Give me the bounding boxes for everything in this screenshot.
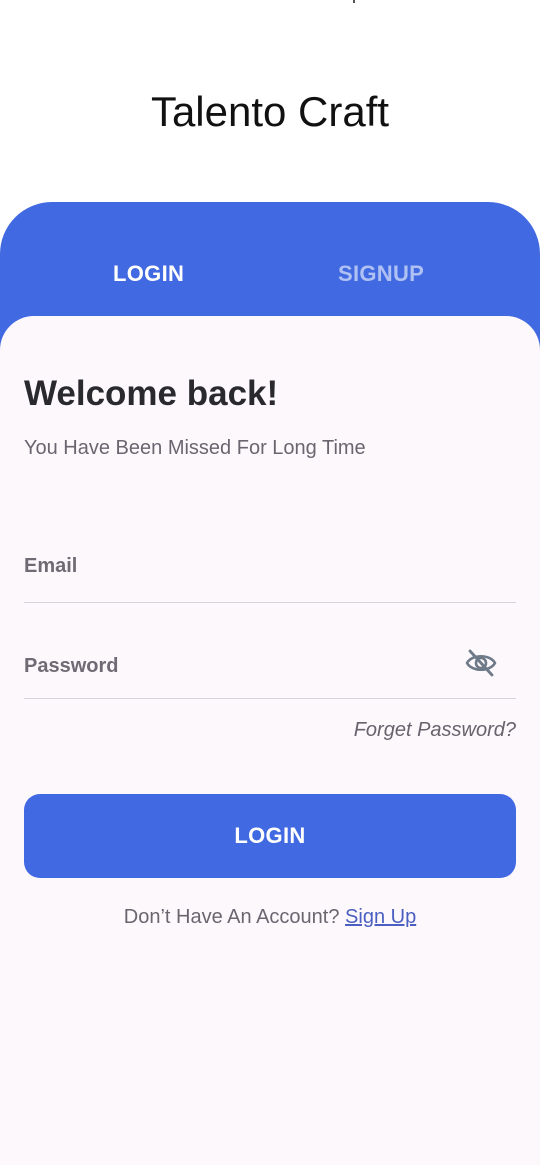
password-field[interactable] <box>24 646 444 686</box>
welcome-heading: Welcome back! <box>24 374 279 413</box>
login-form-card: Welcome back! You Have Been Missed For L… <box>0 316 540 1165</box>
tab-signup[interactable]: SIGNUP <box>338 261 424 287</box>
password-field-container <box>24 646 516 699</box>
signup-prompt: Don’t Have An Account? Sign Up <box>0 906 540 929</box>
forget-password-link[interactable]: Forget Password? <box>354 719 516 742</box>
tab-login[interactable]: LOGIN <box>113 261 184 287</box>
auth-panel: LOGIN SIGNUP Welcome back! You Have Been… <box>0 202 540 1165</box>
eye-off-icon[interactable] <box>464 648 498 678</box>
welcome-subtitle: You Have Been Missed For Long Time <box>24 437 366 459</box>
email-field[interactable] <box>24 546 444 586</box>
signup-link[interactable]: Sign Up <box>345 906 416 928</box>
login-button[interactable]: LOGIN <box>24 794 516 878</box>
app-title: Talento Craft <box>150 88 390 135</box>
status-bar-mark <box>353 0 355 3</box>
no-account-text: Don’t Have An Account? <box>123 906 340 928</box>
app-screen: Talento Craft LOGIN SIGNUP Welcome back!… <box>0 0 540 1165</box>
email-field-container <box>24 546 516 603</box>
